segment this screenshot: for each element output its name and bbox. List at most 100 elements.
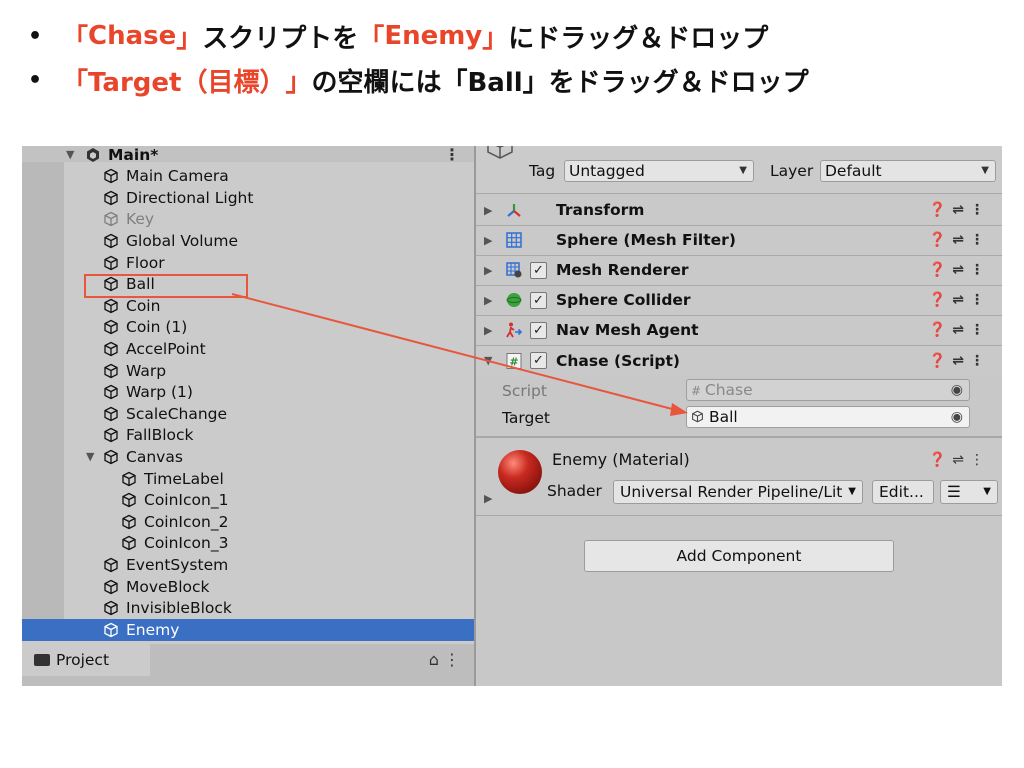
shader-dropdown[interactable]: Universal Render Pipeline/Lit ▼ — [613, 480, 863, 504]
dropdown-caret-icon: ▼ — [848, 486, 856, 497]
hierarchy-item-label: FallBlock — [126, 426, 194, 445]
gameobject-cube-icon — [102, 340, 120, 358]
inspector-header: Tag Untagged ▼ Layer Default ▼ — [476, 146, 1002, 194]
hierarchy-item-floor[interactable]: Floor — [22, 252, 474, 274]
hierarchy-item-coinicon-2[interactable]: CoinIcon_2 — [22, 511, 474, 533]
component-chase-script[interactable]: ▼ # ✓ Chase (Script) ❓⇌⋮ — [476, 346, 1002, 376]
hierarchy-item-label: Warp (1) — [126, 383, 193, 402]
scene-row[interactable]: ▼ Main* ⋮ — [22, 146, 474, 166]
collapsed-arrow-icon[interactable]: ▶ — [484, 264, 492, 277]
fold-open-icon[interactable]: ▼ — [86, 450, 100, 463]
component-tools-icon[interactable]: ❓⇌⋮ — [929, 202, 990, 218]
gameobject-cube-icon — [102, 556, 120, 574]
scene-name: Main* — [108, 146, 159, 164]
hierarchy-item-label: MoveBlock — [126, 577, 210, 596]
add-component-button[interactable]: Add Component — [584, 540, 894, 572]
script-hash-icon: # — [691, 384, 705, 398]
shader-options-dropdown[interactable]: ☰ ▼ — [940, 480, 998, 504]
hierarchy-item-invisibleblock[interactable]: InvisibleBlock — [22, 597, 474, 619]
enabled-checkbox[interactable]: ✓ — [530, 291, 547, 309]
ball-highlight-box — [84, 274, 248, 298]
gameobject-cube-icon — [102, 383, 120, 401]
component-transform[interactable]: ▶ Transform ❓⇌⋮ — [476, 196, 1002, 226]
hierarchy-item-enemy[interactable]: Enemy — [22, 619, 474, 641]
dropdown-caret-icon: ▼ — [739, 165, 747, 176]
layer-dropdown[interactable]: Default ▼ — [820, 160, 996, 182]
material-name: Enemy (Material) — [552, 450, 690, 469]
collapsed-arrow-icon[interactable]: ▶ — [484, 294, 492, 307]
hierarchy-item-label: CoinIcon_3 — [144, 534, 229, 553]
component-nav-mesh-agent[interactable]: ▶ ✓ Nav Mesh Agent ❓⇌⋮ — [476, 316, 1002, 346]
component-tools-icon[interactable]: ❓⇌⋮ — [929, 353, 990, 369]
gameobject-cube-icon — [102, 210, 120, 228]
hierarchy-item-label: CoinIcon_2 — [144, 512, 229, 531]
component-tools-icon[interactable]: ❓⇌⋮ — [929, 262, 990, 278]
target-field[interactable]: Ball ◉ — [686, 406, 970, 428]
hierarchy-item-coin[interactable]: Coin — [22, 295, 474, 317]
gameobject-cube-icon — [102, 599, 120, 617]
component-mesh-filter[interactable]: ▶ Sphere (Mesh Filter) ❓⇌⋮ — [476, 226, 1002, 256]
hierarchy-item-scalechange[interactable]: ScaleChange — [22, 403, 474, 425]
hierarchy-item-label: TimeLabel — [144, 469, 224, 488]
tag-layer-row: Tag Untagged ▼ Layer Default ▼ — [476, 160, 1002, 184]
kebab-menu-icon[interactable]: ⋮ — [444, 146, 460, 164]
tag-dropdown[interactable]: Untagged ▼ — [564, 160, 754, 182]
hierarchy-item-label: ScaleChange — [126, 404, 228, 423]
hierarchy-item-fallblock[interactable]: FallBlock — [22, 425, 474, 447]
component-mesh-renderer[interactable]: ▶ ✓ Mesh Renderer ❓⇌⋮ — [476, 256, 1002, 286]
instruction-1: • 「Chase」スクリプトを「Enemy」にドラッグ＆ドロップ — [28, 21, 769, 54]
hierarchy-item-coinicon-3[interactable]: CoinIcon_3 — [22, 533, 474, 555]
hierarchy-item-moveblock[interactable]: MoveBlock — [22, 576, 474, 598]
enabled-checkbox[interactable]: ✓ — [530, 261, 547, 279]
hierarchy-item-label: EventSystem — [126, 555, 229, 574]
hierarchy-item-label: Canvas — [126, 447, 183, 466]
hierarchy-item-coinicon-1[interactable]: CoinIcon_1 — [22, 489, 474, 511]
material-tools-icon[interactable]: ❓⇌⋮ — [929, 452, 990, 468]
enabled-checkbox[interactable]: ✓ — [530, 321, 547, 339]
hierarchy-item-label: CoinIcon_1 — [144, 491, 229, 510]
hierarchy-item-label: Key — [126, 210, 155, 229]
hierarchy-item-label: Floor — [126, 253, 165, 272]
hierarchy-item-coin-1[interactable]: Coin (1) — [22, 317, 474, 339]
hierarchy-item-label: InvisibleBlock — [126, 599, 232, 618]
transform-axes-icon — [504, 200, 524, 220]
hierarchy-item-label: Directional Light — [126, 188, 254, 207]
fold-open-icon[interactable]: ▼ — [66, 148, 80, 161]
hierarchy-item-eventsystem[interactable]: EventSystem — [22, 554, 474, 576]
hierarchy-item-timelabel[interactable]: TimeLabel — [22, 468, 474, 490]
hierarchy-item-accelpoint[interactable]: AccelPoint — [22, 338, 474, 360]
collapsed-arrow-icon[interactable]: ▶ — [484, 324, 492, 337]
lock-menu-icon[interactable]: ⌂ ⋮ — [429, 650, 460, 669]
instruction-2: • 「Target（目標）」の空欄には「Ball」をドラッグ＆ドロップ — [28, 67, 809, 98]
project-panel: Project ⌂ ⋮ — [22, 644, 474, 686]
enabled-checkbox[interactable]: ✓ — [530, 352, 547, 370]
inspector-panel: Tag Untagged ▼ Layer Default ▼ ▶ Transform… — [476, 146, 1002, 686]
expanded-arrow-icon[interactable]: ▼ — [484, 354, 492, 367]
hierarchy-item-directional-light[interactable]: Directional Light — [22, 187, 474, 209]
component-tools-icon[interactable]: ❓⇌⋮ — [929, 322, 990, 338]
hierarchy-item-canvas[interactable]: ▼ Canvas — [22, 446, 474, 468]
component-tools-icon[interactable]: ❓⇌⋮ — [929, 292, 990, 308]
collapsed-arrow-icon[interactable]: ▶ — [484, 234, 492, 247]
component-sphere-collider[interactable]: ▶ ✓ Sphere Collider ❓⇌⋮ — [476, 286, 1002, 316]
gameobject-cube-icon — [120, 470, 138, 488]
gameobject-cube-icon — [102, 232, 120, 250]
gameobject-cube-icon — [102, 362, 120, 380]
edit-shader-button[interactable]: Edit... — [872, 480, 934, 504]
hierarchy-item-main-camera[interactable]: Main Camera — [22, 165, 474, 187]
object-picker-icon[interactable]: ◉ — [951, 407, 963, 427]
hierarchy-item-warp-1[interactable]: Warp (1) — [22, 381, 474, 403]
gameobject-cube-icon — [120, 513, 138, 531]
hierarchy-item-warp[interactable]: Warp — [22, 360, 474, 382]
collapsed-arrow-icon[interactable]: ▶ — [484, 492, 492, 505]
hierarchy-item-key[interactable]: Key — [22, 209, 474, 231]
hierarchy-item-label: Enemy — [126, 620, 180, 639]
gameobject-cube-icon — [102, 426, 120, 444]
gameobject-cube-icon — [102, 448, 120, 466]
hierarchy-item-global-volume[interactable]: Global Volume — [22, 230, 474, 252]
tab-project[interactable]: Project — [22, 644, 150, 676]
component-tools-icon[interactable]: ❓⇌⋮ — [929, 232, 990, 248]
script-field: # Chase ◉ — [686, 379, 970, 401]
collapsed-arrow-icon[interactable]: ▶ — [484, 204, 492, 217]
unity-scene-icon — [84, 146, 102, 164]
